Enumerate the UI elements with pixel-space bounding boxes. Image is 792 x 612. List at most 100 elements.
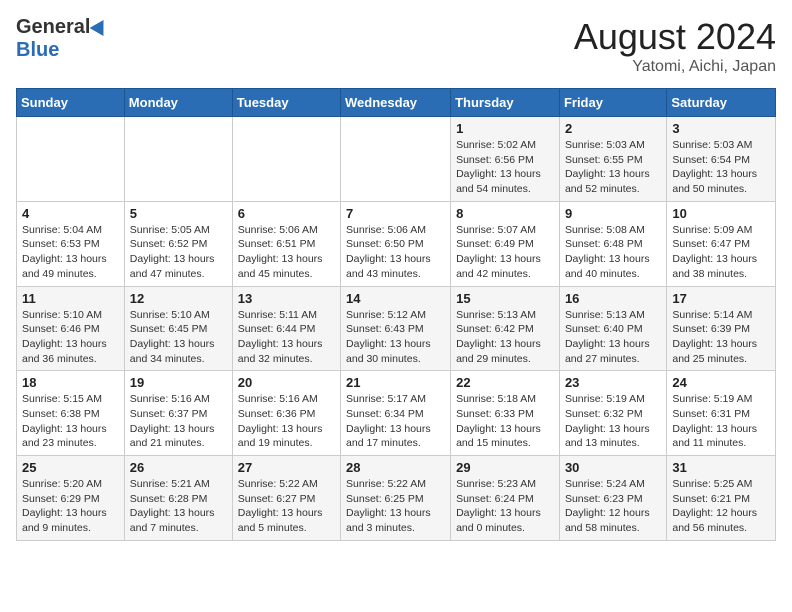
calendar-cell: 10 Sunrise: 5:09 AM Sunset: 6:47 PM Dayli… xyxy=(667,201,776,286)
calendar-cell xyxy=(17,117,125,202)
calendar-cell: 29 Sunrise: 5:23 AM Sunset: 6:24 PM Dayli… xyxy=(451,456,560,541)
calendar-cell: 23 Sunrise: 5:19 AM Sunset: 6:32 PM Dayli… xyxy=(559,371,666,456)
calendar-cell: 21 Sunrise: 5:17 AM Sunset: 6:34 PM Dayli… xyxy=(341,371,451,456)
day-number: 2 xyxy=(565,121,661,136)
calendar-week-row: 4Sunrise: 5:04 AM Sunset: 6:53 PM Daylig… xyxy=(17,201,776,286)
weekday-header-saturday: Saturday xyxy=(667,89,776,117)
page-title: August 2024 xyxy=(574,16,776,58)
title-block: August 2024 Yatomi, Aichi, Japan xyxy=(574,16,776,76)
calendar-cell: 6 Sunrise: 5:06 AM Sunset: 6:51 PM Daylig… xyxy=(232,201,340,286)
calendar-cell: 24Sunrise: 5:19 AM Sunset: 6:31 PM Dayli… xyxy=(667,371,776,456)
calendar-cell: 7 Sunrise: 5:06 AM Sunset: 6:50 PM Daylig… xyxy=(341,201,451,286)
day-info: Sunrise: 5:10 AM Sunset: 6:46 PM Dayligh… xyxy=(22,308,119,367)
logo-icon xyxy=(90,15,111,35)
day-info: Sunrise: 5:19 AM Sunset: 6:32 PM Dayligh… xyxy=(565,392,661,451)
calendar-cell: 8 Sunrise: 5:07 AM Sunset: 6:49 PM Daylig… xyxy=(451,201,560,286)
calendar-week-row: 11 Sunrise: 5:10 AM Sunset: 6:46 PM Dayli… xyxy=(17,286,776,371)
weekday-header-monday: Monday xyxy=(124,89,232,117)
calendar-cell: 25Sunrise: 5:20 AM Sunset: 6:29 PM Dayli… xyxy=(17,456,125,541)
calendar-cell xyxy=(341,117,451,202)
day-info: Sunrise: 5:18 AM Sunset: 6:33 PM Dayligh… xyxy=(456,392,554,451)
day-info: Sunrise: 5:22 AM Sunset: 6:25 PM Dayligh… xyxy=(346,477,445,536)
calendar-cell: 26 Sunrise: 5:21 AM Sunset: 6:28 PM Dayli… xyxy=(124,456,232,541)
day-number: 31 xyxy=(672,460,770,475)
day-info: Sunrise: 5:10 AM Sunset: 6:45 PM Dayligh… xyxy=(130,308,227,367)
day-info: Sunrise: 5:11 AM Sunset: 6:44 PM Dayligh… xyxy=(238,308,335,367)
day-info: Sunrise: 5:07 AM Sunset: 6:49 PM Dayligh… xyxy=(456,223,554,282)
calendar-cell: 31 Sunrise: 5:25 AM Sunset: 6:21 PM Dayli… xyxy=(667,456,776,541)
calendar-table: SundayMondayTuesdayWednesdayThursdayFrid… xyxy=(16,88,776,541)
weekday-header-tuesday: Tuesday xyxy=(232,89,340,117)
day-number: 26 xyxy=(130,460,227,475)
day-number: 11 xyxy=(22,291,119,306)
calendar-cell: 22Sunrise: 5:18 AM Sunset: 6:33 PM Dayli… xyxy=(451,371,560,456)
calendar-cell: 4Sunrise: 5:04 AM Sunset: 6:53 PM Daylig… xyxy=(17,201,125,286)
day-info: Sunrise: 5:24 AM Sunset: 6:23 PM Dayligh… xyxy=(565,477,661,536)
day-number: 5 xyxy=(130,206,227,221)
day-number: 3 xyxy=(672,121,770,136)
day-number: 7 xyxy=(346,206,445,221)
logo-blue-text: Blue xyxy=(16,39,59,62)
day-info: Sunrise: 5:09 AM Sunset: 6:47 PM Dayligh… xyxy=(672,223,770,282)
day-number: 30 xyxy=(565,460,661,475)
day-number: 10 xyxy=(672,206,770,221)
calendar-cell xyxy=(124,117,232,202)
day-number: 17 xyxy=(672,291,770,306)
day-info: Sunrise: 5:02 AM Sunset: 6:56 PM Dayligh… xyxy=(456,138,554,197)
day-number: 21 xyxy=(346,375,445,390)
day-info: Sunrise: 5:23 AM Sunset: 6:24 PM Dayligh… xyxy=(456,477,554,536)
calendar-cell: 11 Sunrise: 5:10 AM Sunset: 6:46 PM Dayli… xyxy=(17,286,125,371)
day-info: Sunrise: 5:05 AM Sunset: 6:52 PM Dayligh… xyxy=(130,223,227,282)
day-number: 12 xyxy=(130,291,227,306)
day-info: Sunrise: 5:13 AM Sunset: 6:40 PM Dayligh… xyxy=(565,308,661,367)
day-info: Sunrise: 5:17 AM Sunset: 6:34 PM Dayligh… xyxy=(346,392,445,451)
day-info: Sunrise: 5:16 AM Sunset: 6:37 PM Dayligh… xyxy=(130,392,227,451)
calendar-cell: 12 Sunrise: 5:10 AM Sunset: 6:45 PM Dayli… xyxy=(124,286,232,371)
day-number: 29 xyxy=(456,460,554,475)
weekday-header-sunday: Sunday xyxy=(17,89,125,117)
day-number: 15 xyxy=(456,291,554,306)
logo: General Blue xyxy=(16,16,108,62)
day-info: Sunrise: 5:03 AM Sunset: 6:54 PM Dayligh… xyxy=(672,138,770,197)
day-number: 8 xyxy=(456,206,554,221)
calendar-cell: 16 Sunrise: 5:13 AM Sunset: 6:40 PM Dayli… xyxy=(559,286,666,371)
day-info: Sunrise: 5:25 AM Sunset: 6:21 PM Dayligh… xyxy=(672,477,770,536)
page-subtitle: Yatomi, Aichi, Japan xyxy=(574,58,776,76)
day-number: 23 xyxy=(565,375,661,390)
calendar-cell: 20 Sunrise: 5:16 AM Sunset: 6:36 PM Dayli… xyxy=(232,371,340,456)
day-info: Sunrise: 5:14 AM Sunset: 6:39 PM Dayligh… xyxy=(672,308,770,367)
day-info: Sunrise: 5:15 AM Sunset: 6:38 PM Dayligh… xyxy=(22,392,119,451)
weekday-header-wednesday: Wednesday xyxy=(341,89,451,117)
calendar-cell: 19Sunrise: 5:16 AM Sunset: 6:37 PM Dayli… xyxy=(124,371,232,456)
calendar-cell: 28 Sunrise: 5:22 AM Sunset: 6:25 PM Dayli… xyxy=(341,456,451,541)
day-info: Sunrise: 5:13 AM Sunset: 6:42 PM Dayligh… xyxy=(456,308,554,367)
day-info: Sunrise: 5:06 AM Sunset: 6:51 PM Dayligh… xyxy=(238,223,335,282)
calendar-week-row: 25Sunrise: 5:20 AM Sunset: 6:29 PM Dayli… xyxy=(17,456,776,541)
day-info: Sunrise: 5:21 AM Sunset: 6:28 PM Dayligh… xyxy=(130,477,227,536)
day-info: Sunrise: 5:06 AM Sunset: 6:50 PM Dayligh… xyxy=(346,223,445,282)
calendar-cell: 30 Sunrise: 5:24 AM Sunset: 6:23 PM Dayli… xyxy=(559,456,666,541)
weekday-header-friday: Friday xyxy=(559,89,666,117)
page-header: General Blue August 2024 Yatomi, Aichi, … xyxy=(16,16,776,76)
day-number: 25 xyxy=(22,460,119,475)
day-info: Sunrise: 5:04 AM Sunset: 6:53 PM Dayligh… xyxy=(22,223,119,282)
day-number: 24 xyxy=(672,375,770,390)
day-number: 16 xyxy=(565,291,661,306)
calendar-cell: 1Sunrise: 5:02 AM Sunset: 6:56 PM Daylig… xyxy=(451,117,560,202)
calendar-week-row: 18 Sunrise: 5:15 AM Sunset: 6:38 PM Dayli… xyxy=(17,371,776,456)
day-number: 9 xyxy=(565,206,661,221)
logo-general-text: General xyxy=(16,16,90,39)
calendar-header-row: SundayMondayTuesdayWednesdayThursdayFrid… xyxy=(17,89,776,117)
day-info: Sunrise: 5:08 AM Sunset: 6:48 PM Dayligh… xyxy=(565,223,661,282)
day-info: Sunrise: 5:12 AM Sunset: 6:43 PM Dayligh… xyxy=(346,308,445,367)
day-number: 6 xyxy=(238,206,335,221)
calendar-cell: 5 Sunrise: 5:05 AM Sunset: 6:52 PM Daylig… xyxy=(124,201,232,286)
day-info: Sunrise: 5:03 AM Sunset: 6:55 PM Dayligh… xyxy=(565,138,661,197)
day-info: Sunrise: 5:16 AM Sunset: 6:36 PM Dayligh… xyxy=(238,392,335,451)
day-number: 28 xyxy=(346,460,445,475)
day-info: Sunrise: 5:22 AM Sunset: 6:27 PM Dayligh… xyxy=(238,477,335,536)
calendar-week-row: 1Sunrise: 5:02 AM Sunset: 6:56 PM Daylig… xyxy=(17,117,776,202)
weekday-header-thursday: Thursday xyxy=(451,89,560,117)
day-number: 18 xyxy=(22,375,119,390)
day-number: 20 xyxy=(238,375,335,390)
